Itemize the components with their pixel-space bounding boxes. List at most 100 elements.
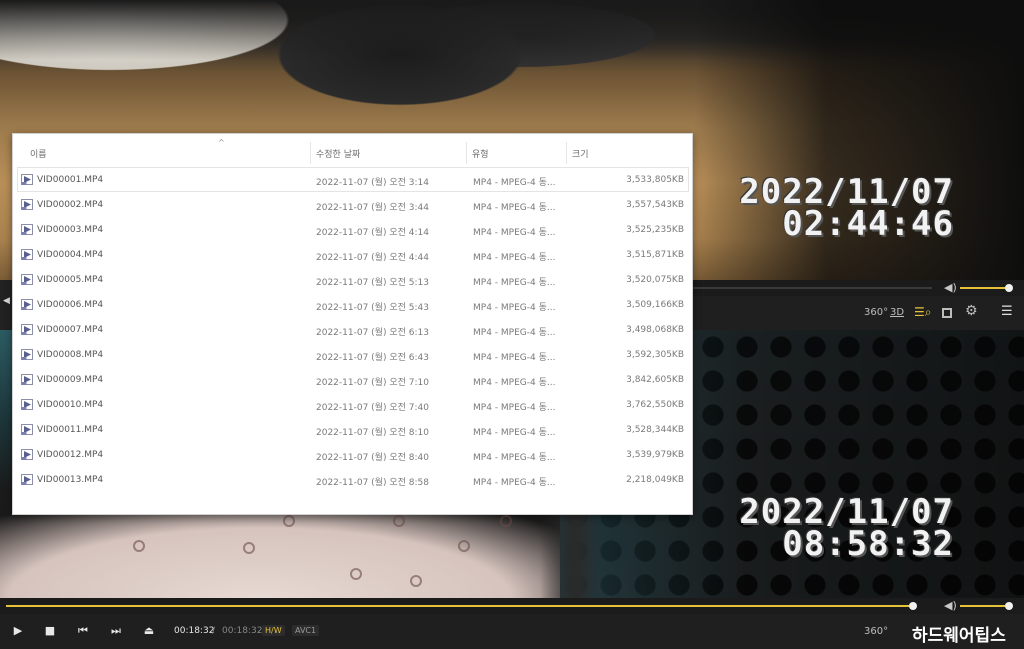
column-header-name[interactable]: 이름	[30, 147, 47, 160]
file-row[interactable]: VID00001.MP4 2022-11-07 (월) 오전 3:14 MP4 - …	[17, 167, 689, 192]
file-modified-date: 2022-11-07 (월) 오전 8:40	[316, 453, 429, 463]
volume-icon[interactable]: ◀)	[944, 281, 957, 294]
video-file-icon	[21, 199, 33, 210]
file-name: VID00008.MP4	[37, 350, 104, 360]
playlist-search-icon[interactable]: ☰⌕	[914, 305, 931, 320]
file-size: 3,557,543KB	[626, 200, 684, 210]
bottom-seekbar[interactable]: ◀)	[0, 598, 1024, 614]
bottom-volume-knob[interactable]	[1005, 602, 1014, 610]
video-file-icon	[21, 249, 33, 260]
file-type: MP4 - MPEG-4 동...	[473, 428, 556, 438]
file-size: 3,533,805KB	[626, 175, 684, 185]
file-row[interactable]: VID00005.MP4 2022-11-07 (월) 오전 5:13 MP4 - …	[17, 267, 689, 292]
file-name: VID00011.MP4	[37, 425, 104, 435]
file-name: VID00005.MP4	[37, 275, 104, 285]
total-time: 00:18:32	[222, 626, 263, 636]
file-modified-date: 2022-11-07 (월) 오전 6:13	[316, 328, 429, 338]
file-size: 3,762,550KB	[626, 400, 684, 410]
file-type: MP4 - MPEG-4 동...	[473, 478, 556, 488]
side-panel-toggle[interactable]: ◀	[0, 280, 12, 330]
seek-progress	[6, 605, 914, 607]
top-osd-time: 02:44:46	[782, 204, 954, 244]
play-icon[interactable]: ▶	[10, 624, 26, 638]
file-list: VID00001.MP4 2022-11-07 (월) 오전 3:14 MP4 - …	[17, 167, 689, 492]
stop-icon[interactable]: ■	[42, 624, 58, 638]
file-name: VID00013.MP4	[37, 475, 104, 485]
sort-ascending-icon: ^	[218, 138, 225, 147]
file-modified-date: 2022-11-07 (월) 오전 8:10	[316, 428, 429, 438]
video-file-icon	[21, 424, 33, 435]
file-row[interactable]: VID00011.MP4 2022-11-07 (월) 오전 8:10 MP4 - …	[17, 417, 689, 442]
file-type: MP4 - MPEG-4 동...	[473, 278, 556, 288]
file-modified-date: 2022-11-07 (월) 오전 7:10	[316, 378, 429, 388]
file-row[interactable]: VID00010.MP4 2022-11-07 (월) 오전 7:40 MP4 - …	[17, 392, 689, 417]
3d-button[interactable]: 3D	[890, 307, 904, 318]
file-type: MP4 - MPEG-4 동...	[473, 253, 556, 263]
file-type: MP4 - MPEG-4 동...	[473, 228, 556, 238]
capture-icon[interactable]	[942, 308, 952, 318]
file-size: 3,520,075KB	[626, 275, 684, 285]
file-name: VID00012.MP4	[37, 450, 104, 460]
volume-icon[interactable]: ◀)	[944, 599, 957, 612]
video-file-icon	[21, 324, 33, 335]
file-row[interactable]: VID00013.MP4 2022-11-07 (월) 오전 8:58 MP4 - …	[17, 467, 689, 492]
file-name: VID00006.MP4	[37, 300, 104, 310]
file-row[interactable]: VID00012.MP4 2022-11-07 (월) 오전 8:40 MP4 - …	[17, 442, 689, 467]
skip-previous-icon[interactable]: ⏮	[75, 624, 91, 638]
file-size: 3,539,979KB	[626, 450, 684, 460]
watermark-logo: 하드웨어팁스	[912, 626, 1006, 646]
gear-icon[interactable]: ⚙	[965, 303, 978, 319]
time-separator: /	[212, 626, 216, 636]
hamburger-menu-icon[interactable]: ☰	[1001, 304, 1013, 319]
file-size: 3,509,166KB	[626, 300, 684, 310]
codec-badge: AVC1	[292, 625, 320, 636]
file-modified-date: 2022-11-07 (월) 오전 4:14	[316, 228, 429, 238]
video-file-icon	[21, 374, 33, 385]
file-row[interactable]: VID00003.MP4 2022-11-07 (월) 오전 4:14 MP4 - …	[17, 217, 689, 242]
file-modified-date: 2022-11-07 (월) 오전 5:13	[316, 278, 429, 288]
file-row[interactable]: VID00008.MP4 2022-11-07 (월) 오전 6:43 MP4 - …	[17, 342, 689, 367]
file-row[interactable]: VID00007.MP4 2022-11-07 (월) 오전 6:13 MP4 - …	[17, 317, 689, 342]
file-row[interactable]: VID00006.MP4 2022-11-07 (월) 오전 5:43 MP4 - …	[17, 292, 689, 317]
file-size: 3,842,605KB	[626, 375, 684, 385]
file-modified-date: 2022-11-07 (월) 오전 6:43	[316, 353, 429, 363]
seek-knob[interactable]	[909, 602, 918, 610]
file-row[interactable]: VID00009.MP4 2022-11-07 (월) 오전 7:10 MP4 - …	[17, 367, 689, 392]
vr-360-button[interactable]: 360°	[864, 626, 888, 637]
file-size: 3,592,305KB	[626, 350, 684, 360]
file-type: MP4 - MPEG-4 동...	[473, 178, 556, 188]
skip-next-icon[interactable]: ⏭	[108, 624, 124, 638]
chevron-left-icon: ◀	[3, 296, 10, 306]
file-type: MP4 - MPEG-4 동...	[473, 203, 556, 213]
video-file-icon	[21, 399, 33, 410]
file-row[interactable]: VID00002.MP4 2022-11-07 (월) 오전 3:44 MP4 - …	[17, 192, 689, 217]
bottom-osd-time: 08:58:32	[782, 524, 954, 564]
eject-icon[interactable]: ⏏	[141, 624, 157, 638]
file-size: 3,528,344KB	[626, 425, 684, 435]
file-modified-date: 2022-11-07 (월) 오전 8:58	[316, 478, 429, 488]
file-type: MP4 - MPEG-4 동...	[473, 328, 556, 338]
top-osd-timestamp: 2022/11/07 02:44:46	[739, 175, 954, 244]
bottom-volume-slider[interactable]	[960, 605, 1010, 607]
top-volume-slider[interactable]	[960, 287, 1010, 289]
column-header-size[interactable]: 크기	[572, 147, 589, 160]
vr-360-button[interactable]: 360°	[864, 307, 888, 318]
file-row[interactable]: VID00004.MP4 2022-11-07 (월) 오전 4:44 MP4 - …	[17, 242, 689, 267]
file-name: VID00001.MP4	[37, 175, 104, 185]
video-file-icon	[21, 299, 33, 310]
file-name: VID00007.MP4	[37, 325, 104, 335]
video-file-icon	[21, 174, 33, 185]
video-file-icon	[21, 274, 33, 285]
file-type: MP4 - MPEG-4 동...	[473, 353, 556, 363]
column-header-date[interactable]: 수정한 날짜	[316, 147, 360, 160]
hw-decoding-badge[interactable]: H/W	[262, 625, 285, 636]
file-size: 3,515,871KB	[626, 250, 684, 260]
file-explorer-panel: ^ 이름 수정한 날짜 유형 크기 VID00001.MP4 2022-11-07…	[12, 133, 693, 515]
file-modified-date: 2022-11-07 (월) 오전 5:43	[316, 303, 429, 313]
file-modified-date: 2022-11-07 (월) 오전 4:44	[316, 253, 429, 263]
file-size: 2,218,049KB	[626, 475, 684, 485]
column-header-type[interactable]: 유형	[472, 147, 489, 160]
top-volume-knob[interactable]	[1005, 284, 1014, 292]
file-type: MP4 - MPEG-4 동...	[473, 378, 556, 388]
playback-controls: ▶ ■ ⏮ ⏭ ⏏ 00:18:32 / 00:18:32 H/W AVC1 3…	[0, 614, 1024, 649]
